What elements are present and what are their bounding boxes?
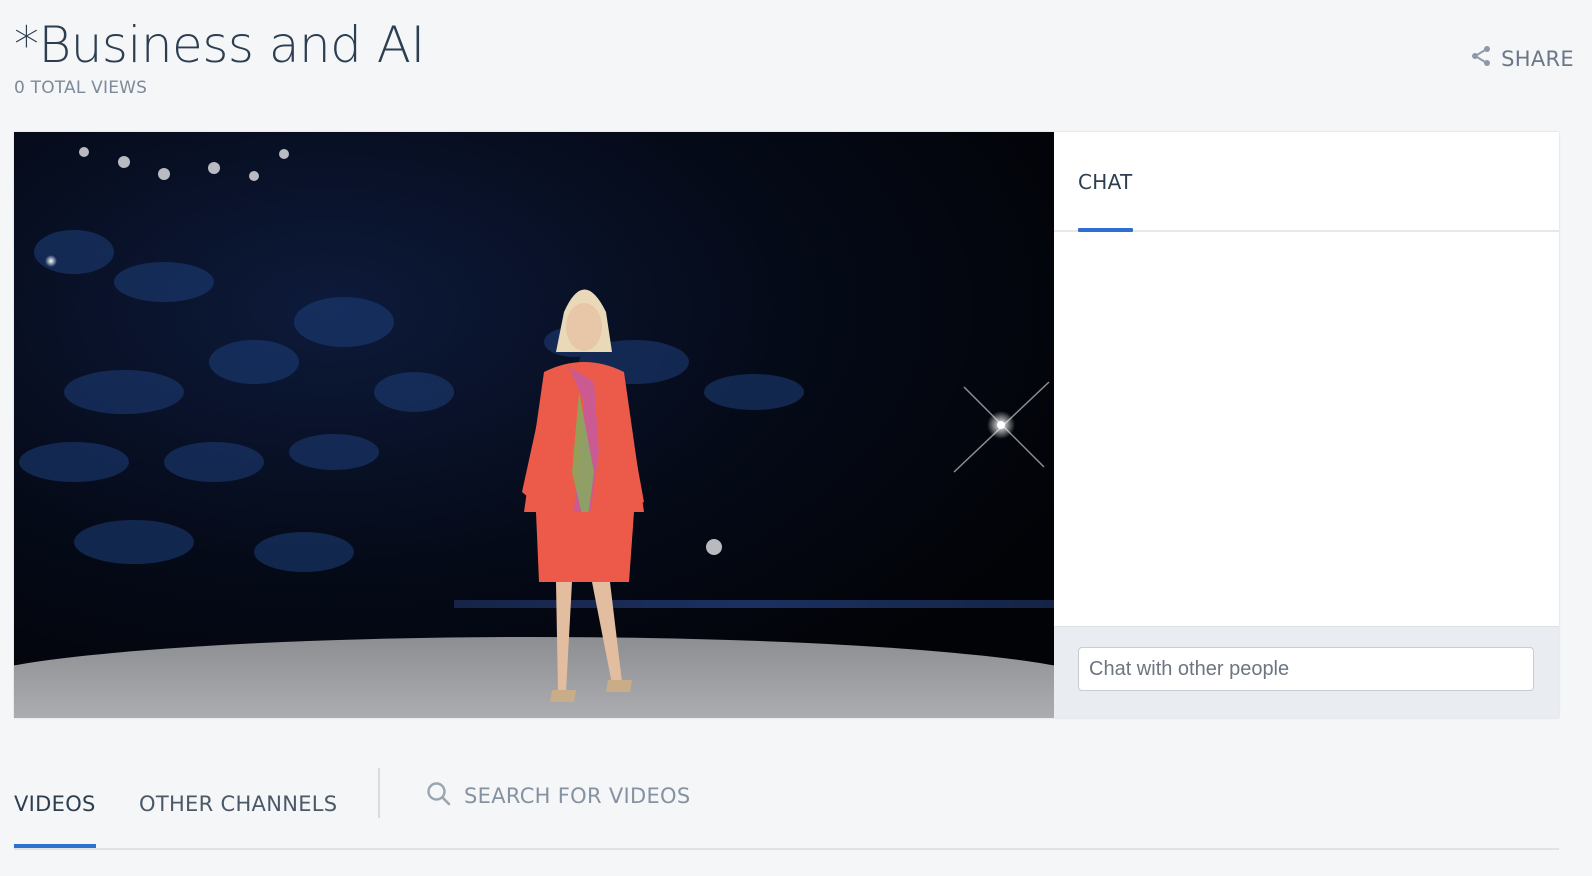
tab-chat[interactable]: CHAT [1078,132,1133,232]
tab-other-channels[interactable]: OTHER CHANNELS [139,760,337,848]
share-label: SHARE [1501,46,1574,71]
nav-divider [378,768,380,818]
bottom-nav: VIDEOS OTHER CHANNELS [14,760,1559,850]
chat-panel: CHAT [1054,132,1559,718]
chat-footer [1054,626,1559,718]
chat-input[interactable] [1078,647,1534,691]
tab-videos-label: VIDEOS [14,792,96,816]
total-views-count: 0 TOTAL VIEWS [14,78,148,98]
tab-chat-label: CHAT [1078,170,1133,194]
speaker-figure [522,289,644,702]
video-player[interactable] [14,132,1054,718]
tab-videos-active-indicator [14,844,96,848]
chat-tabs: CHAT [1054,132,1559,232]
share-button[interactable]: SHARE [1469,44,1574,73]
page-title: *Business and AI [14,16,425,74]
player-and-chat: CHAT [14,132,1559,718]
tab-videos[interactable]: VIDEOS [14,760,96,848]
search-icon [426,781,452,811]
tab-other-channels-label: OTHER CHANNELS [139,792,338,816]
page-header: *Business and AI 0 TOTAL VIEWS SHARE [14,14,1574,114]
share-icon [1469,44,1493,73]
chat-messages [1054,232,1559,626]
video-search[interactable] [426,760,762,832]
tab-chat-active-indicator [1078,228,1133,232]
search-input[interactable] [462,783,762,809]
